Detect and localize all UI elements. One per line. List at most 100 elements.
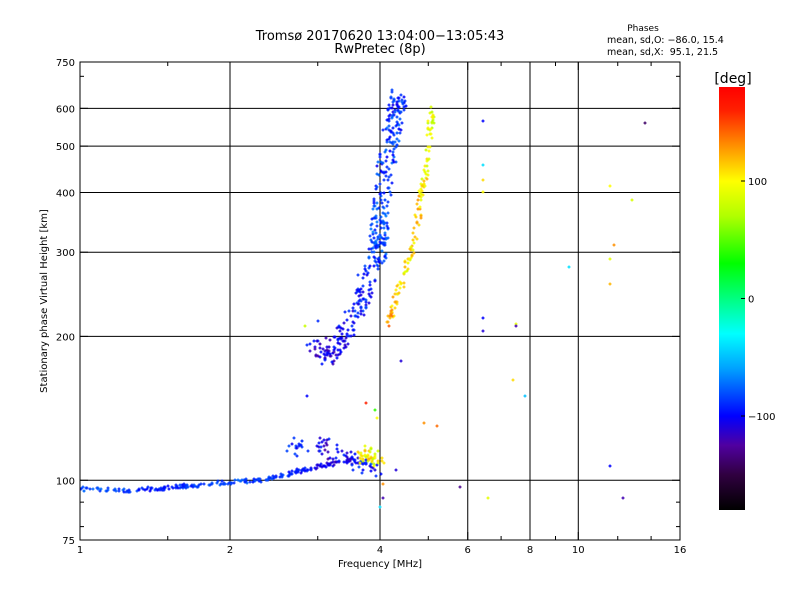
- trace-point: [402, 108, 406, 112]
- trace-point: [357, 465, 361, 469]
- trace-point: [387, 124, 391, 128]
- trace-point: [385, 204, 389, 208]
- trace-point: [308, 349, 312, 353]
- colorbar-label: [deg]: [714, 71, 751, 87]
- trace-point: [389, 193, 393, 197]
- trace-point: [394, 288, 398, 292]
- trace-point: [402, 285, 406, 289]
- trace-point: [360, 471, 364, 475]
- trace-point: [386, 200, 390, 204]
- scatter-point: [608, 282, 612, 286]
- trace-point: [368, 280, 372, 284]
- trace-point: [389, 173, 393, 177]
- y-tick-label: 400: [56, 188, 75, 199]
- trace-point: [373, 468, 377, 472]
- trace-point: [334, 456, 338, 460]
- data-points: [79, 88, 647, 509]
- scatter-point: [481, 163, 485, 167]
- trace-point: [387, 103, 391, 107]
- trace-point: [391, 295, 395, 299]
- stats-o-mode: mean, sd,O: −86.0, 15.4: [607, 35, 724, 46]
- trace-point: [367, 301, 371, 305]
- stats-x-mode: mean, sd,X: 95.1, 21.5: [607, 47, 718, 58]
- chart-subtitle: RwPretec (8p): [334, 42, 425, 57]
- trace-point: [368, 283, 372, 287]
- trace-point: [412, 241, 416, 245]
- trace-point: [391, 126, 395, 130]
- trace-point: [385, 165, 389, 169]
- trace-point: [318, 342, 322, 346]
- trace-point: [416, 198, 420, 202]
- trace-point: [331, 457, 335, 461]
- trace-point: [82, 489, 86, 493]
- scatter-point: [458, 485, 462, 489]
- axis-ticks: 1 2 4 6 8 10 16 75 100 200 300 400 500 600 750: [56, 58, 686, 556]
- scatter-point: [608, 464, 612, 468]
- scatter-point: [612, 243, 616, 247]
- trace-point: [393, 140, 397, 144]
- trace-point: [391, 103, 395, 107]
- trace-point: [372, 462, 376, 466]
- trace-point: [345, 318, 349, 322]
- scatter-point: [394, 468, 398, 472]
- x-tick-label: 1: [77, 545, 83, 556]
- trace-point: [372, 264, 376, 268]
- trace-point: [426, 169, 430, 173]
- trace-point: [380, 201, 384, 205]
- trace-point: [319, 445, 323, 449]
- x-tick-label: 10: [572, 545, 585, 556]
- scatter-point: [481, 190, 485, 194]
- trace-point: [412, 226, 416, 230]
- trace-point: [420, 177, 424, 181]
- trace-point: [338, 329, 342, 333]
- trace-point: [382, 226, 386, 230]
- trace-point: [349, 314, 353, 318]
- trace-point: [117, 489, 121, 493]
- trace-point: [351, 306, 355, 310]
- trace-point: [353, 452, 357, 456]
- scatter-point: [643, 121, 647, 125]
- trace-point: [313, 347, 317, 351]
- trace-point: [361, 284, 365, 288]
- trace-point: [342, 460, 346, 464]
- trace-point: [287, 444, 291, 448]
- trace-point: [326, 450, 330, 454]
- trace-point: [306, 449, 310, 453]
- scatter-point: [608, 257, 612, 261]
- trace-point: [398, 117, 402, 121]
- trace-point: [425, 164, 429, 168]
- trace-point: [91, 487, 95, 491]
- trace-point: [335, 447, 339, 451]
- trace-point: [167, 487, 171, 491]
- trace-point: [371, 207, 375, 211]
- trace-point: [382, 191, 386, 195]
- trace-point: [403, 265, 407, 269]
- trace-point: [335, 356, 339, 360]
- x-axis-label: Frequency [MHz]: [338, 559, 422, 570]
- trace-point: [385, 155, 389, 159]
- trace-point: [328, 338, 332, 342]
- trace-point: [372, 201, 376, 205]
- trace-point: [399, 93, 403, 97]
- trace-point: [385, 221, 389, 225]
- colorbar-tick-label: 100: [748, 177, 767, 188]
- trace-point: [346, 342, 350, 346]
- trace-point: [356, 273, 360, 277]
- trace-point: [390, 181, 394, 185]
- trace-point: [320, 452, 324, 456]
- trace-point: [320, 362, 324, 366]
- trace-point: [400, 121, 404, 125]
- trace-point: [353, 309, 357, 313]
- colorbar-tick-label: −100: [748, 412, 775, 423]
- scatter-point: [305, 394, 309, 398]
- trace-point: [383, 231, 387, 235]
- trace-point: [290, 469, 294, 473]
- trace-point: [388, 149, 392, 153]
- trace-point: [88, 487, 92, 491]
- trace-point: [382, 178, 386, 182]
- trace-point: [383, 198, 387, 202]
- trace-point: [390, 106, 394, 110]
- trace-point: [376, 267, 380, 271]
- trace-point: [398, 131, 402, 135]
- trace-point: [387, 324, 391, 328]
